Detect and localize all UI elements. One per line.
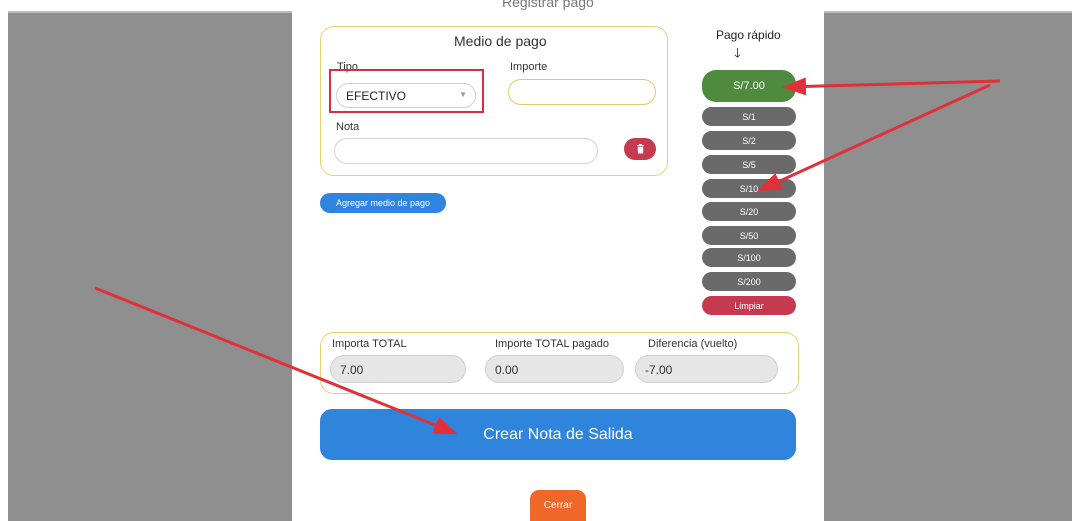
annotation-overlay bbox=[94, 77, 1001, 435]
annotation-arrow-create bbox=[94, 286, 458, 435]
annotation-arrow-quick-10 bbox=[757, 83, 991, 192]
annotation-arrow-quick-main bbox=[782, 77, 1001, 96]
